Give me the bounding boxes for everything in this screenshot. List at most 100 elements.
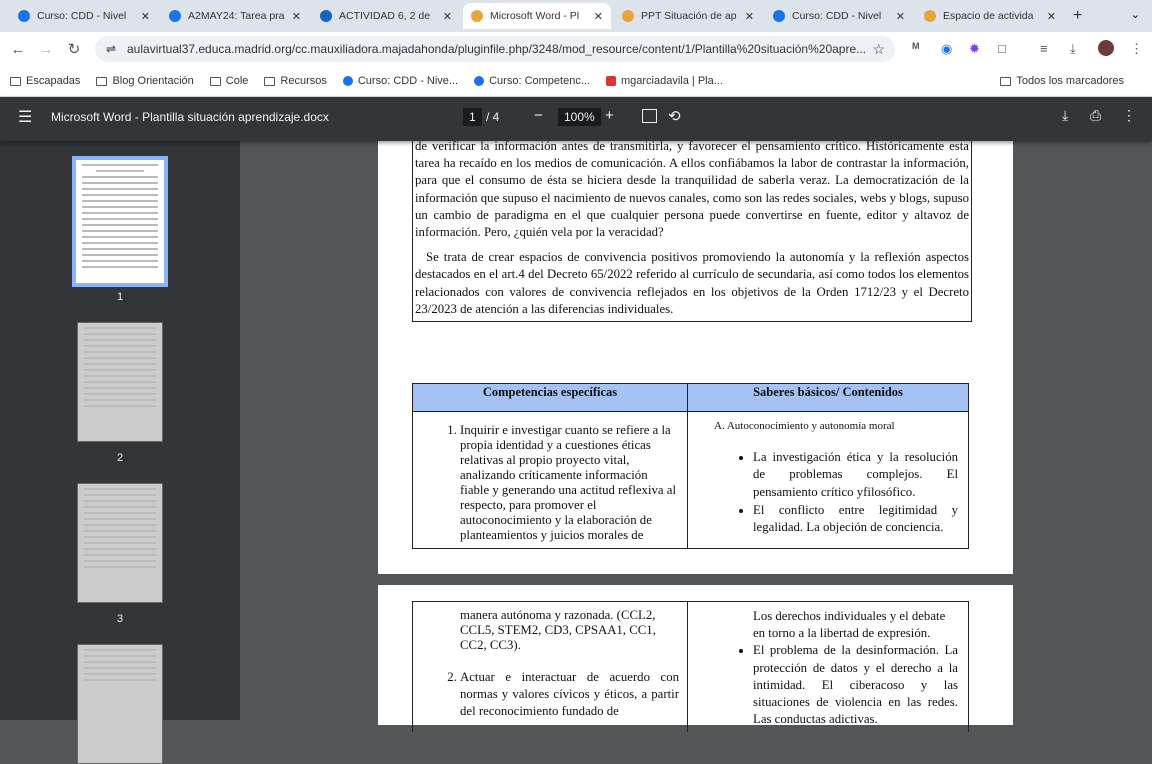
- site-icon: [605, 76, 616, 86]
- download-icon[interactable]: ⤓: [1062, 107, 1068, 124]
- bookmark-label: mgarciadavila | Pla...: [620, 75, 723, 87]
- reload-icon[interactable]: ↻: [60, 40, 88, 58]
- download-icon[interactable]: ⤓: [1070, 41, 1076, 57]
- section-heading: A. Autoconocimiento y autonomía moral: [714, 420, 895, 432]
- page-thumbnail[interactable]: [77, 483, 163, 603]
- bookmark-label: Escapadas: [26, 75, 81, 87]
- favicon-icon: [471, 10, 483, 22]
- zoom-in-icon[interactable]: +: [605, 107, 614, 124]
- bookmark-label: Recursos: [280, 75, 327, 87]
- site-icon: [342, 76, 353, 86]
- thumbnail-label: 2: [116, 452, 124, 464]
- menu-icon[interactable]: ⋮: [1130, 41, 1143, 57]
- list-item-continued: Los derechos individuales y el debate en…: [753, 609, 946, 641]
- browser-tab[interactable]: PPT Situación de ap ✕: [614, 3, 762, 29]
- all-bookmarks[interactable]: Todos los marcadores: [1000, 75, 1124, 87]
- print-icon[interactable]: ⎙: [1090, 107, 1101, 124]
- tab-title: ACTIVIDAD 6, 2 de: [339, 10, 431, 22]
- browser-tab[interactable]: Curso: CDD - Nivel ✕: [10, 3, 158, 29]
- forward-icon[interactable]: →: [32, 41, 60, 58]
- site-icon: [474, 76, 485, 86]
- bookmark-item[interactable]: Curso: CDD - Nive...: [342, 75, 458, 87]
- tab-title: A2MAY24: Tarea pra: [188, 10, 285, 22]
- close-tab-icon[interactable]: ✕: [594, 10, 603, 23]
- bookmark-item[interactable]: Escapadas: [10, 75, 80, 87]
- favicon-icon: [622, 10, 634, 22]
- extension-icon[interactable]: M: [912, 41, 920, 51]
- close-tab-icon[interactable]: ✕: [745, 10, 754, 23]
- page-number-input[interactable]: 1: [463, 108, 482, 126]
- list-item: La investigación ética y la resolución d…: [753, 449, 958, 501]
- column-header: Competencias específicas: [412, 383, 688, 412]
- browser-tab[interactable]: A2MAY24: Tarea pra ✕: [161, 3, 309, 29]
- tab-title: Curso: CDD - Nivel: [37, 10, 127, 22]
- page-thumbnail[interactable]: [77, 644, 163, 764]
- thumbnail-label: 3: [116, 613, 124, 625]
- close-tab-icon[interactable]: ✕: [443, 10, 452, 23]
- sidebar-menu-icon[interactable]: ☰: [18, 107, 32, 127]
- pdf-page-1: de verificar la información antes de tra…: [378, 136, 1013, 574]
- favicon-icon: [169, 10, 181, 22]
- document-title: Microsoft Word - Plantilla situación apr…: [51, 110, 329, 124]
- browser-tab[interactable]: Microsoft Word - Pl ✕: [463, 3, 611, 29]
- folder-icon: [1000, 76, 1012, 86]
- bookmark-star-icon[interactable]: ☆: [872, 36, 885, 62]
- text-box: de verificar la información antes de tra…: [412, 136, 972, 323]
- competencias-table: Competencias específicas Saberes básicos/…: [412, 383, 969, 549]
- folder-icon: [96, 76, 108, 86]
- browser-tab[interactable]: Espacio de activida ✕: [916, 3, 1064, 29]
- tab-title: Espacio de activida: [943, 10, 1034, 22]
- tab-search-chevron-icon[interactable]: ⌄: [1131, 8, 1140, 21]
- reading-list-icon[interactable]: ≡: [1040, 41, 1048, 56]
- tab-strip: Curso: CDD - Nivel ✕ A2MAY24: Tarea pra ✕ AC…: [0, 0, 1152, 32]
- bookmark-label: Curso: Competenc...: [489, 75, 590, 87]
- page-total: / 4: [486, 110, 500, 124]
- more-icon[interactable]: ⋮: [1122, 107, 1136, 124]
- page-thumbnail[interactable]: [72, 156, 168, 287]
- paragraph: Se trata de crear espacios de convivenci…: [415, 250, 969, 316]
- new-tab-button[interactable]: +: [1073, 7, 1082, 25]
- bookmark-item[interactable]: Blog Orientación: [96, 75, 194, 87]
- paragraph: de verificar la información antes de tra…: [415, 139, 969, 240]
- zoom-input[interactable]: 100%: [558, 108, 601, 126]
- rotate-icon[interactable]: ⟲: [668, 107, 681, 125]
- favicon-icon: [320, 10, 332, 22]
- all-bookmarks-label: Todos los marcadores: [1016, 75, 1124, 87]
- list-item: Actuar e interactuar de acuerdo con norm…: [460, 669, 679, 721]
- back-icon[interactable]: ←: [4, 41, 32, 58]
- list-item: Inquirir e investigar cuanto se refiere …: [460, 423, 679, 543]
- list-item: El conflicto entre legitimidad y legalid…: [753, 502, 958, 536]
- extension-icon[interactable]: ◉: [941, 41, 952, 57]
- close-tab-icon[interactable]: ✕: [896, 10, 905, 23]
- folder-icon: [264, 76, 276, 86]
- url-bar[interactable]: ⇌ aulavirtual37.educa.madrid.org/cc.mauxi…: [95, 36, 895, 62]
- tab-title: PPT Situación de ap: [641, 10, 737, 22]
- site-info-icon[interactable]: ⇌: [106, 36, 116, 62]
- list-item-continued: manera autónoma y razonada. (CCL2, CCL5,…: [460, 608, 656, 652]
- close-tab-icon[interactable]: ✕: [141, 10, 150, 23]
- browser-tab[interactable]: ACTIVIDAD 6, 2 de ✕: [312, 3, 460, 29]
- extensions-puzzle-icon[interactable]: □: [998, 41, 1006, 56]
- bookmark-item[interactable]: mgarciadavila | Pla...: [605, 75, 723, 87]
- pdf-toolbar: ☰ Microsoft Word - Plantilla situación a…: [0, 97, 1152, 141]
- fit-page-icon[interactable]: [642, 109, 657, 123]
- pdf-page-2: manera autónoma y razonada. (CCL2, CCL5,…: [378, 585, 1013, 732]
- tab-title: Curso: CDD - Nivel: [792, 10, 882, 22]
- close-tab-icon[interactable]: ✕: [292, 10, 301, 23]
- extension-icon[interactable]: ✹: [969, 41, 980, 57]
- avatar[interactable]: [1098, 40, 1114, 56]
- bookmark-item[interactable]: Cole: [209, 75, 249, 87]
- competencias-table: manera autónoma y razonada. (CCL2, CCL5,…: [412, 601, 969, 732]
- zoom-out-icon[interactable]: −: [534, 107, 543, 124]
- bookmark-item[interactable]: Recursos: [264, 75, 327, 87]
- address-toolbar: ← → ↻ ⇌ aulavirtual37.educa.madrid.org/cc…: [0, 32, 1152, 66]
- bookmark-item[interactable]: Curso: Competenc...: [474, 75, 590, 87]
- browser-tab[interactable]: Curso: CDD - Nivel ✕: [765, 3, 913, 29]
- bookmark-label: Cole: [225, 75, 249, 87]
- folder-icon: [209, 76, 221, 86]
- column-header: Saberes básicos/ Contenidos: [687, 383, 969, 412]
- page-thumbnail[interactable]: [77, 322, 163, 442]
- folder-icon: [10, 76, 21, 86]
- close-tab-icon[interactable]: ✕: [1047, 10, 1056, 23]
- tab-title: Microsoft Word - Pl: [490, 10, 580, 22]
